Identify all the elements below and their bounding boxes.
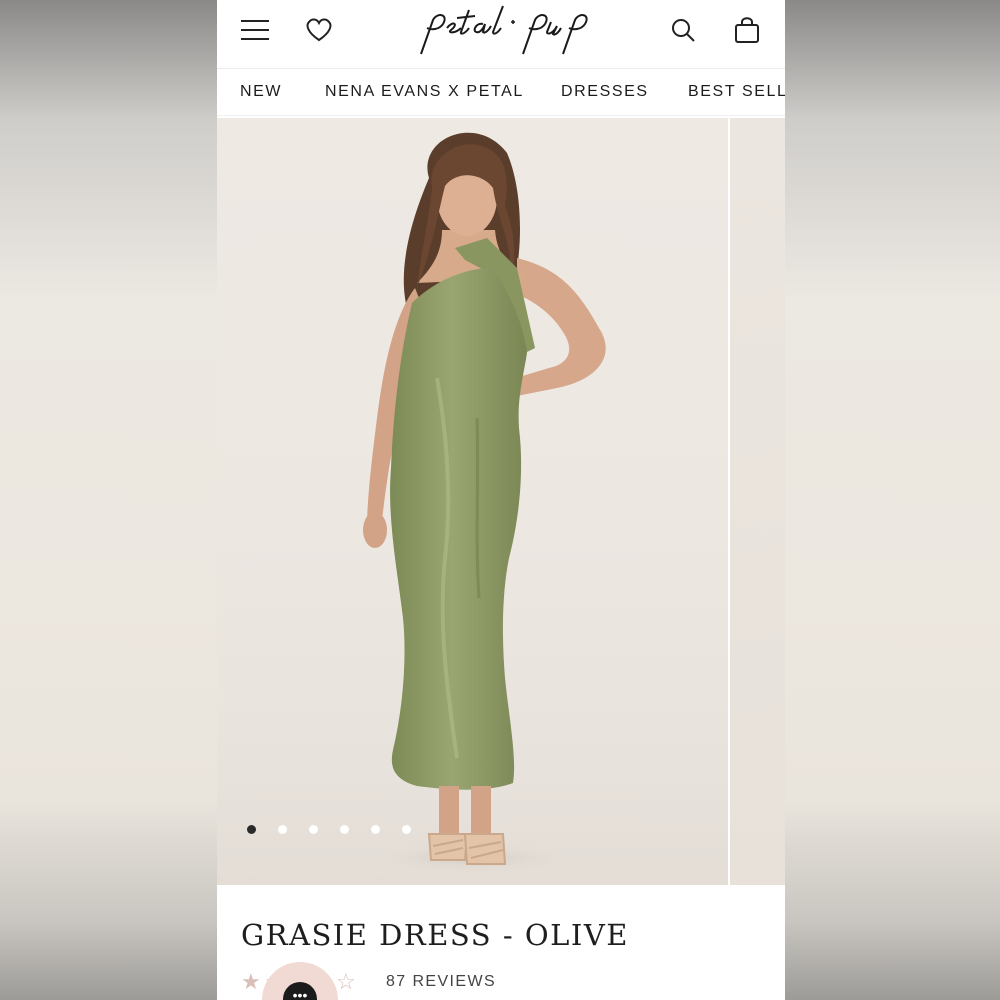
right-backdrop [785,0,1000,1000]
left-backdrop [0,0,217,1000]
phone-screen: NEW NENA EVANS X PETAL DRESSES BEST SELL… [217,0,785,1000]
brand-logo[interactable] [413,2,603,62]
reviews-link[interactable]: 87 REVIEWS [386,973,496,991]
menu-icon[interactable] [237,12,273,48]
gallery-dot[interactable] [309,825,318,834]
chat-icon: ••• [283,982,317,1000]
nav-item-best-sellers[interactable]: BEST SELLI [688,83,785,101]
heart-icon[interactable] [301,12,337,48]
gallery-dot[interactable] [278,825,287,834]
half-star-icon: ☆ [335,969,356,994]
shopping-bag-icon[interactable] [729,12,765,48]
product-image[interactable] [217,118,728,885]
nav-item-new[interactable]: NEW [240,83,282,101]
product-gallery[interactable] [217,118,785,885]
gallery-dot[interactable] [247,825,256,834]
gallery-dot[interactable] [402,825,411,834]
nav-item-dresses[interactable]: DRESSES [561,83,649,101]
star-icon: ★ [241,969,261,994]
product-title: GRASIE DRESS - OLIVE [241,918,629,952]
search-icon[interactable] [665,12,701,48]
gallery-dot[interactable] [371,825,380,834]
gallery-pagination [247,825,411,837]
gallery-dot[interactable] [340,825,349,834]
nav-item-nena-evans[interactable]: NENA EVANS X PETAL [325,83,524,101]
site-header [217,0,785,69]
category-nav: NEW NENA EVANS X PETAL DRESSES BEST SELL… [217,69,785,116]
next-product-image-peek[interactable] [730,118,785,885]
